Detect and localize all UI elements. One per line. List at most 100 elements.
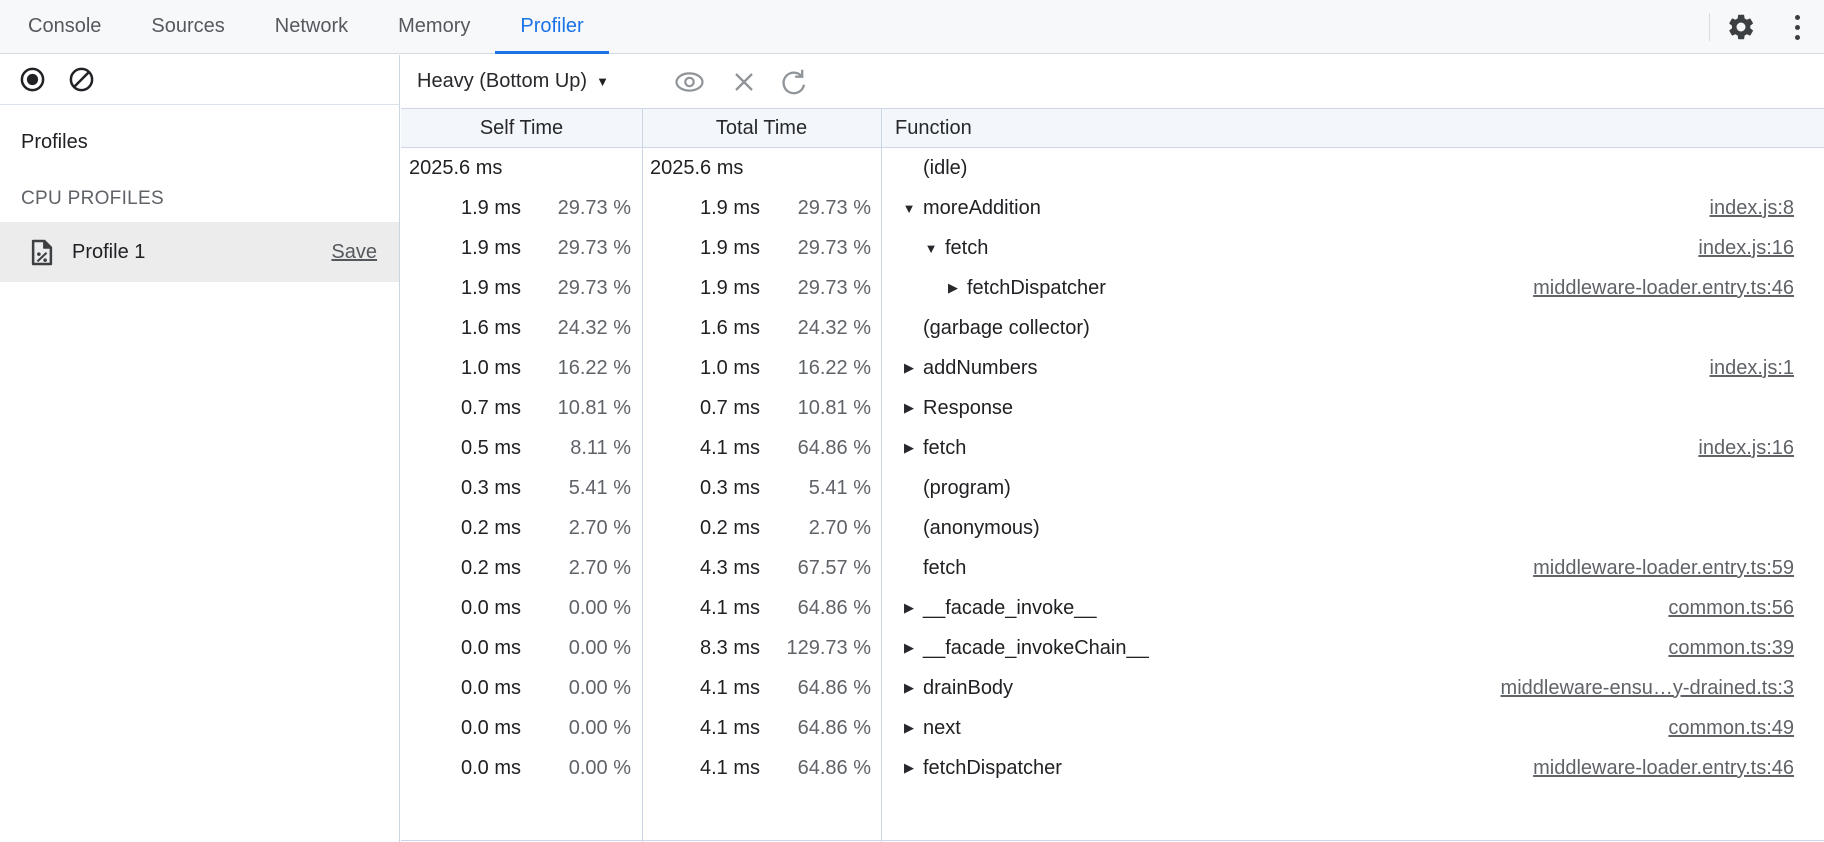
record-icon: [19, 66, 46, 93]
source-location-link[interactable]: middleware-loader.entry.ts:59: [1533, 557, 1824, 580]
total-ms-value: 1.9 ms: [650, 277, 760, 300]
total-time-cell: 1.9 ms 29.73 %: [642, 277, 881, 300]
total-time-cell: 4.1 ms 64.86 %: [642, 437, 881, 460]
tab-network[interactable]: Network: [250, 0, 373, 53]
exclude-function-button[interactable]: [732, 70, 756, 94]
source-location-link[interactable]: index.js:16: [1698, 437, 1824, 460]
table-row[interactable]: 0.0 ms 0.00 % 8.3 ms 129.73 % ▶ __facade…: [401, 628, 1824, 668]
tab-label: Console: [28, 15, 101, 38]
source-location-link[interactable]: common.ts:39: [1668, 637, 1824, 660]
column-header-total-time[interactable]: Total Time: [642, 109, 881, 147]
column-header-self-time[interactable]: Self Time: [401, 109, 642, 147]
self-ms-value: 0.0 ms: [409, 757, 521, 780]
total-pct-value: [760, 157, 881, 180]
view-mode-dropdown[interactable]: Heavy (Bottom Up) ▼: [417, 55, 609, 108]
function-name: fetch: [923, 437, 966, 460]
function-name: fetch: [923, 557, 966, 580]
tree-toggle-icon[interactable]: ▶: [901, 640, 917, 656]
tree-toggle-icon[interactable]: ▶: [901, 360, 917, 376]
profiler-record-toolbar: [0, 55, 400, 105]
function-name: fetchDispatcher: [923, 757, 1062, 780]
tab-sources[interactable]: Sources: [126, 0, 249, 53]
chevron-down-icon: ▼: [596, 74, 609, 89]
table-row[interactable]: 0.0 ms 0.00 % 4.1 ms 64.86 % ▶ next comm…: [401, 708, 1824, 748]
table-row[interactable]: 0.0 ms 0.00 % 4.1 ms 64.86 % ▶ drainBody…: [401, 668, 1824, 708]
clear-profiles-button[interactable]: [68, 66, 95, 93]
self-pct-value: 0.00 %: [521, 637, 642, 660]
table-row[interactable]: 1.9 ms 29.73 % 1.9 ms 29.73 % ▼ fetch in…: [401, 228, 1824, 268]
table-row[interactable]: 0.0 ms 0.00 % 4.1 ms 64.86 % ▶ fetchDisp…: [401, 748, 1824, 788]
self-ms-value: 0.2 ms: [409, 517, 521, 540]
self-ms-value: 1.9 ms: [409, 197, 521, 220]
total-ms-value: 0.3 ms: [650, 477, 760, 500]
table-row[interactable]: 1.0 ms 16.22 % 1.0 ms 16.22 % ▶ addNumbe…: [401, 348, 1824, 388]
tree-toggle-icon[interactable]: ▶: [901, 760, 917, 776]
save-profile-link[interactable]: Save: [331, 241, 377, 264]
more-options-button[interactable]: [1784, 12, 1810, 42]
total-pct-value: 29.73 %: [760, 197, 881, 220]
settings-button[interactable]: [1726, 12, 1756, 42]
total-time-cell: 8.3 ms 129.73 %: [642, 637, 881, 660]
record-profile-button[interactable]: [19, 66, 46, 93]
table-row[interactable]: 0.0 ms 0.00 % 4.1 ms 64.86 % ▶ __facade_…: [401, 588, 1824, 628]
tab-profiler[interactable]: Profiler: [495, 0, 608, 53]
tree-toggle-icon[interactable]: ▶: [901, 440, 917, 456]
table-row[interactable]: 1.9 ms 29.73 % 1.9 ms 29.73 % ▶ fetchDis…: [401, 268, 1824, 308]
source-location-link[interactable]: index.js:1: [1710, 357, 1824, 380]
total-ms-value: 8.3 ms: [650, 637, 760, 660]
self-pct-value: 29.73 %: [521, 277, 642, 300]
table-row[interactable]: 0.5 ms 8.11 % 4.1 ms 64.86 % ▶ fetch ind…: [401, 428, 1824, 468]
self-time-cell: 0.0 ms 0.00 %: [401, 637, 642, 660]
column-header-function[interactable]: Function: [881, 109, 1824, 147]
function-name: addNumbers: [923, 357, 1038, 380]
function-cell: ▶ __facade_invoke__ common.ts:56: [881, 597, 1824, 620]
self-time-cell: 1.0 ms 16.22 %: [401, 357, 642, 380]
table-row[interactable]: 0.3 ms 5.41 % 0.3 ms 5.41 % (program): [401, 468, 1824, 508]
self-time-cell: 1.9 ms 29.73 %: [401, 197, 642, 220]
tab-console[interactable]: Console: [3, 0, 126, 53]
table-row[interactable]: 0.2 ms 2.70 % 0.2 ms 2.70 % (anonymous): [401, 508, 1824, 548]
total-pct-value: 64.86 %: [760, 437, 881, 460]
table-row[interactable]: 0.2 ms 2.70 % 4.3 ms 67.57 % fetch middl…: [401, 548, 1824, 588]
tree-toggle-icon[interactable]: ▶: [901, 720, 917, 736]
self-ms-value: 0.0 ms: [409, 677, 521, 700]
function-cell: fetch middleware-loader.entry.ts:59: [881, 557, 1824, 580]
table-row[interactable]: 1.6 ms 24.32 % 1.6 ms 24.32 % (garbage c…: [401, 308, 1824, 348]
gear-icon: [1726, 12, 1756, 42]
total-ms-value: 4.3 ms: [650, 557, 760, 580]
source-location-link[interactable]: middleware-ensu…y-drained.ts:3: [1501, 677, 1824, 700]
tabbar-right-controls: [1709, 0, 1824, 54]
devtools-tabbar: Console Sources Network MemoryProfiler: [0, 0, 1824, 54]
source-location-link[interactable]: common.ts:56: [1668, 597, 1824, 620]
total-pct-value: 64.86 %: [760, 677, 881, 700]
view-mode-label: Heavy (Bottom Up): [417, 70, 587, 93]
table-row[interactable]: 0.7 ms 10.81 % 0.7 ms 10.81 % ▶ Response: [401, 388, 1824, 428]
source-location-link[interactable]: middleware-loader.entry.ts:46: [1533, 277, 1824, 300]
tree-toggle-icon[interactable]: ▶: [901, 600, 917, 616]
total-pct-value: 64.86 %: [760, 597, 881, 620]
total-ms-value: 4.1 ms: [650, 677, 760, 700]
function-cell: (idle): [881, 157, 1824, 180]
total-ms-value: 4.1 ms: [650, 717, 760, 740]
tab-memory[interactable]: Memory: [373, 0, 495, 53]
tree-toggle-icon[interactable]: ▶: [901, 400, 917, 416]
source-location-link[interactable]: index.js:16: [1698, 237, 1824, 260]
tab-label: Network: [275, 15, 348, 38]
self-time-cell: 0.0 ms 0.00 %: [401, 597, 642, 620]
tree-toggle-icon[interactable]: ▶: [901, 680, 917, 696]
tree-toggle-icon[interactable]: ▶: [945, 280, 961, 296]
sidebar-item-profile-1[interactable]: Profile 1 Save: [0, 222, 399, 282]
self-time-cell: 1.9 ms 29.73 %: [401, 237, 642, 260]
restore-functions-button[interactable]: [778, 67, 807, 96]
source-location-link[interactable]: middleware-loader.entry.ts:46: [1533, 757, 1824, 780]
source-location-link[interactable]: common.ts:49: [1668, 717, 1824, 740]
table-row[interactable]: 2025.6 ms 2025.6 ms (idle): [401, 148, 1824, 188]
table-row[interactable]: 1.9 ms 29.73 % 1.9 ms 29.73 % ▼ moreAddi…: [401, 188, 1824, 228]
tree-toggle-icon[interactable]: ▼: [901, 201, 917, 216]
tree-toggle-icon[interactable]: ▼: [923, 241, 939, 256]
focus-function-button[interactable]: [674, 70, 705, 93]
function-cell: ▶ fetchDispatcher middleware-loader.entr…: [881, 757, 1824, 780]
total-ms-value: 2025.6 ms: [650, 157, 760, 180]
source-location-link[interactable]: index.js:8: [1710, 197, 1824, 220]
function-name: (program): [923, 477, 1011, 500]
